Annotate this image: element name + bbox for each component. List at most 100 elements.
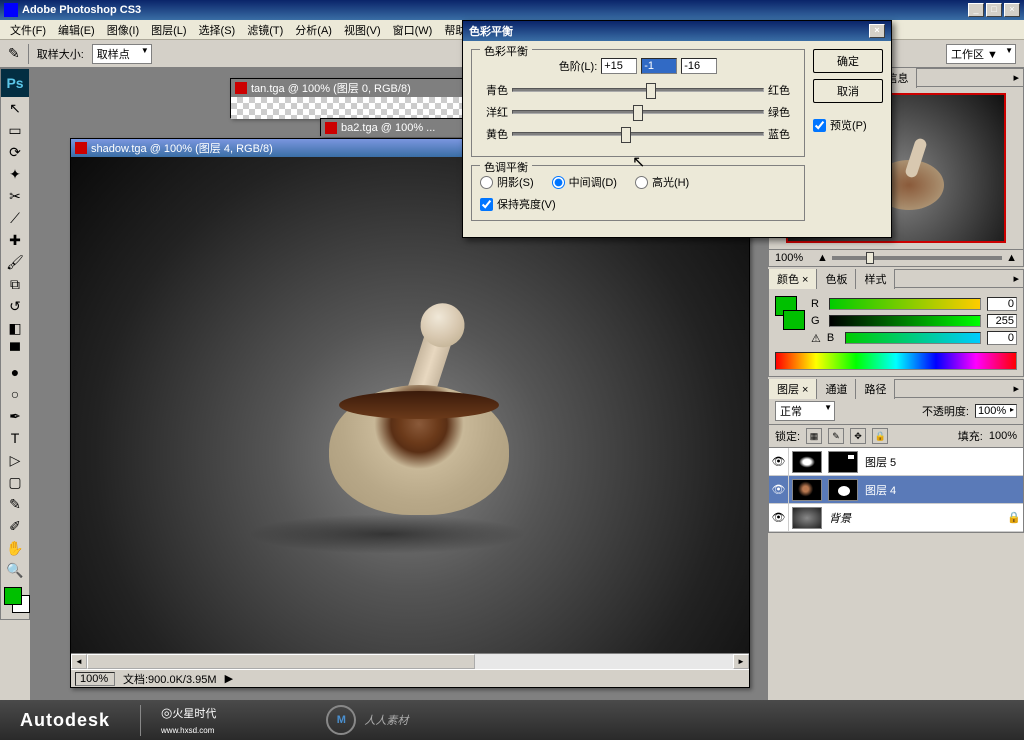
crop-tool[interactable]: ✂ (1, 185, 29, 207)
b-value[interactable]: 0 (987, 331, 1017, 345)
panel-menu-icon[interactable]: ▸ (1009, 71, 1023, 84)
tab-swatches[interactable]: 色板 (817, 269, 856, 289)
menu-layer[interactable]: 图层(L) (145, 20, 192, 40)
dialog-close-button[interactable]: × (869, 24, 885, 38)
zoom-out-icon[interactable]: ▲ (817, 252, 828, 264)
color-swatches[interactable] (1, 585, 29, 619)
cancel-button[interactable]: 取消 (813, 79, 883, 103)
blur-tool[interactable]: ● (1, 361, 29, 383)
visibility-icon[interactable]: 👁 (769, 476, 789, 503)
b-slider[interactable] (845, 332, 981, 344)
layers-panel: 图层 × 通道 路径 ▸ 正常 不透明度: 100% 锁定: ▦ ✎ ✥ 🔒 填… (768, 379, 1024, 533)
foreground-color[interactable] (4, 587, 22, 605)
g-slider[interactable] (829, 315, 981, 327)
color-balance-legend: 色彩平衡 (480, 43, 532, 59)
zoom-in-icon[interactable]: ▲ (1006, 252, 1017, 264)
warn-icon: ⚠ (811, 332, 821, 345)
workspace-dropdown[interactable]: 工作区 ▼ (946, 44, 1016, 64)
doc-hscroll[interactable]: ◄► (71, 653, 749, 669)
menu-edit[interactable]: 编辑(E) (52, 20, 101, 40)
ok-button[interactable]: 确定 (813, 49, 883, 73)
toolbox: Ps ↖ ▭ ⟳ ✦ ✂ ⟋ ✚ 🖌 ⧉ ↺ ◧ ▀ ● ○ ✒ T ▷ ▢ ✎… (0, 68, 30, 620)
preview-checkbox[interactable]: 预览(P) (813, 117, 883, 133)
path-tool[interactable]: ▷ (1, 449, 29, 471)
spectrum-bar[interactable] (775, 352, 1017, 370)
pen-tool[interactable]: ✒ (1, 405, 29, 427)
preserve-luminosity-checkbox[interactable]: 保持亮度(V) (480, 196, 796, 212)
r-slider[interactable] (829, 298, 981, 310)
eraser-tool[interactable]: ◧ (1, 317, 29, 339)
maximize-button[interactable]: □ (986, 3, 1002, 17)
nav-zoom-value[interactable]: 100% (775, 252, 813, 264)
level-yellow-blue-input[interactable] (681, 58, 717, 74)
history-brush-tool[interactable]: ↺ (1, 295, 29, 317)
highlights-radio[interactable]: 高光(H) (635, 174, 689, 190)
dialog-titlebar[interactable]: 色彩平衡 × (463, 21, 891, 41)
menu-analysis[interactable]: 分析(A) (289, 20, 338, 40)
slider-cyan-red[interactable]: 青色 红色 (480, 82, 796, 98)
eyedropper-icon: ✎ (8, 45, 20, 62)
fill-value[interactable]: 100% (989, 430, 1017, 442)
gradient-tool[interactable]: ▀ (1, 339, 29, 361)
brush-tool[interactable]: 🖌 (1, 251, 29, 273)
color-fg-bg[interactable] (775, 294, 805, 348)
color-balance-group: 色彩平衡 色阶(L): 青色 红色 洋红 绿色 (471, 49, 805, 157)
nav-zoom-slider[interactable] (832, 256, 1002, 260)
r-value[interactable]: 0 (987, 297, 1017, 311)
level-cyan-red-input[interactable] (601, 58, 637, 74)
panel-menu-icon[interactable]: ▸ (1009, 382, 1023, 395)
notes-tool[interactable]: ✎ (1, 493, 29, 515)
tab-paths[interactable]: 路径 (856, 379, 895, 399)
layer-item[interactable]: 👁 图层 4 (769, 476, 1023, 504)
tab-color[interactable]: 颜色 × (769, 269, 817, 289)
shadows-radio[interactable]: 阴影(S) (480, 174, 534, 190)
menu-view[interactable]: 视图(V) (338, 20, 387, 40)
slider-magenta-green[interactable]: 洋红 绿色 (480, 104, 796, 120)
tab-channels[interactable]: 通道 (817, 379, 856, 399)
panel-menu-icon[interactable]: ▸ (1009, 272, 1023, 285)
marquee-tool[interactable]: ▭ (1, 119, 29, 141)
layer-item[interactable]: 👁 背景 🔒 (769, 504, 1023, 532)
autodesk-logo: Autodesk (20, 710, 110, 731)
healing-tool[interactable]: ✚ (1, 229, 29, 251)
lock-all-icon[interactable]: 🔒 (872, 428, 888, 444)
menu-window[interactable]: 窗口(W) (387, 20, 439, 40)
doc-zoom[interactable]: 100% (75, 672, 115, 686)
doc-icon (235, 82, 247, 94)
menu-file[interactable]: 文件(F) (4, 20, 52, 40)
zoom-tool[interactable]: 🔍 (1, 559, 29, 581)
menu-image[interactable]: 图像(I) (101, 20, 145, 40)
midtones-radio[interactable]: 中间调(D) (552, 174, 617, 190)
g-value[interactable]: 255 (987, 314, 1017, 328)
wand-tool[interactable]: ✦ (1, 163, 29, 185)
level-magenta-green-input[interactable] (641, 58, 677, 74)
menu-filter[interactable]: 滤镜(T) (241, 20, 289, 40)
tab-layers[interactable]: 图层 × (769, 379, 817, 399)
stamp-tool[interactable]: ⧉ (1, 273, 29, 295)
type-tool[interactable]: T (1, 427, 29, 449)
visibility-icon[interactable]: 👁 (769, 448, 789, 475)
dodge-tool[interactable]: ○ (1, 383, 29, 405)
fill-label: 填充: (958, 428, 983, 444)
doc-statusbar: 100% 文档:900.0K/3.95M ▶ (71, 669, 749, 687)
opacity-value[interactable]: 100% (975, 404, 1017, 418)
lock-transparent-icon[interactable]: ▦ (806, 428, 822, 444)
slider-yellow-blue[interactable]: 黄色 蓝色 (480, 126, 796, 142)
lasso-tool[interactable]: ⟳ (1, 141, 29, 163)
shape-tool[interactable]: ▢ (1, 471, 29, 493)
app-icon (4, 3, 18, 17)
slice-tool[interactable]: ⟋ (1, 207, 29, 229)
lock-position-icon[interactable]: ✥ (850, 428, 866, 444)
hand-tool[interactable]: ✋ (1, 537, 29, 559)
close-button[interactable]: × (1004, 3, 1020, 17)
move-tool[interactable]: ↖ (1, 97, 29, 119)
minimize-button[interactable]: _ (968, 3, 984, 17)
tab-styles[interactable]: 样式 (856, 269, 895, 289)
sample-size-dropdown[interactable]: 取样点 (92, 44, 152, 64)
layer-item[interactable]: 👁 图层 5 (769, 448, 1023, 476)
menu-select[interactable]: 选择(S) (193, 20, 242, 40)
lock-pixels-icon[interactable]: ✎ (828, 428, 844, 444)
visibility-icon[interactable]: 👁 (769, 504, 789, 531)
eyedropper-tool[interactable]: ✐ (1, 515, 29, 537)
blend-mode-dropdown[interactable]: 正常 (775, 401, 835, 421)
